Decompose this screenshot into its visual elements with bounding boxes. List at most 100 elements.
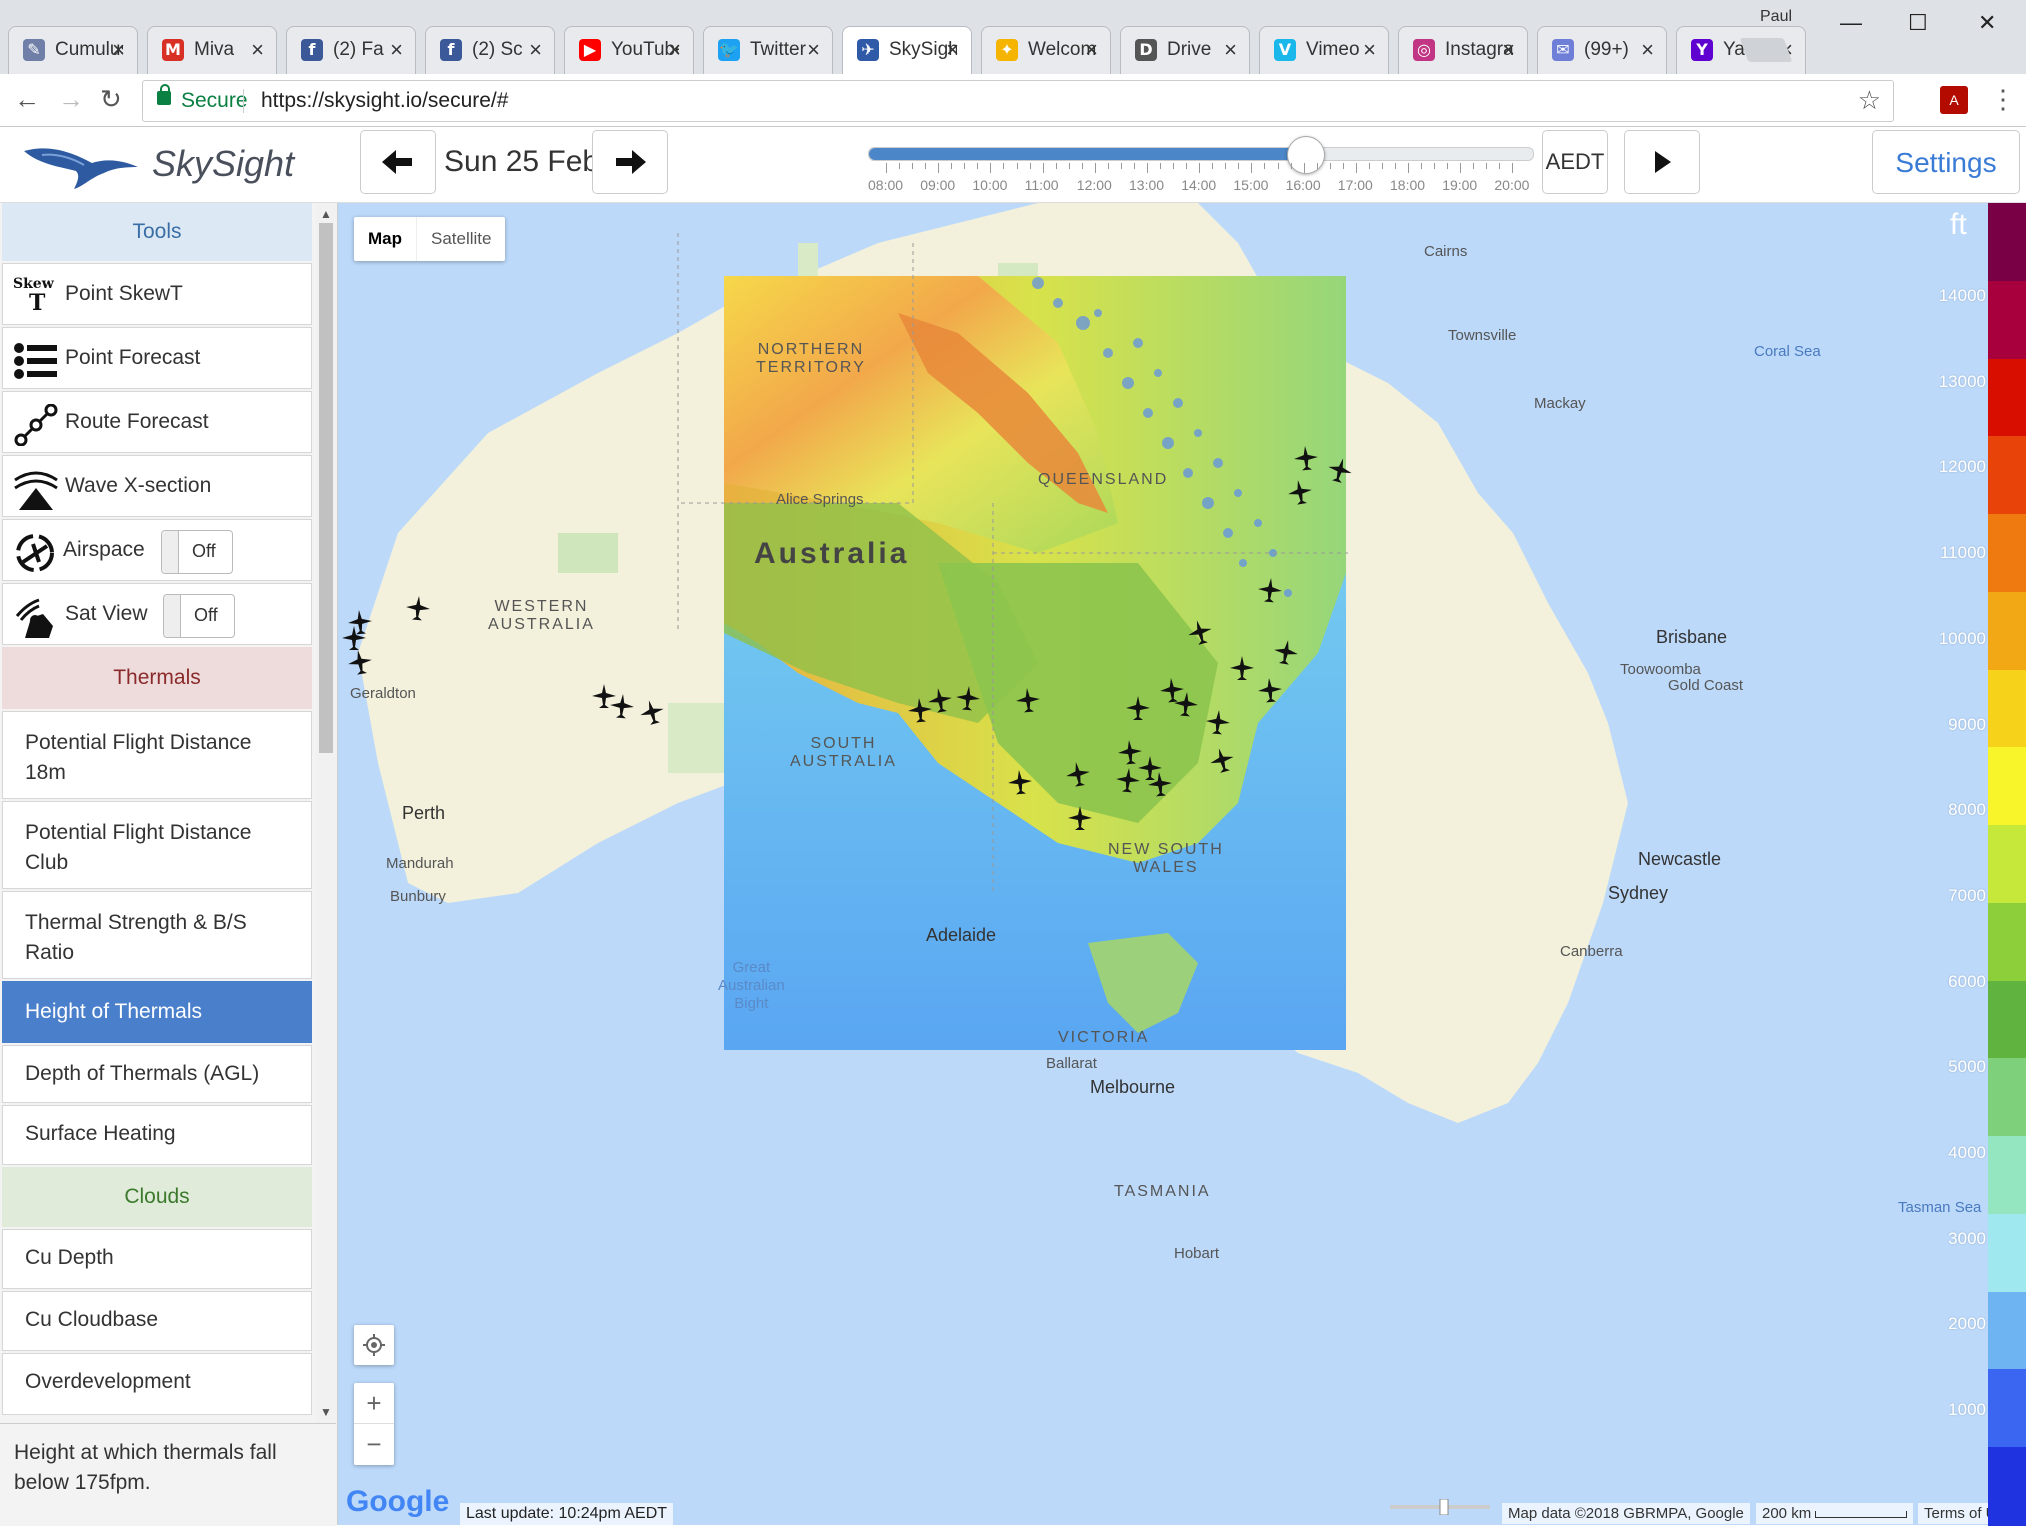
- close-window-icon[interactable]: ✕: [1978, 10, 1996, 36]
- tool-point-forecast[interactable]: Point Forecast: [2, 327, 312, 389]
- browser-tab[interactable]: M Miva ×: [147, 26, 277, 74]
- back-icon[interactable]: ←: [14, 84, 40, 115]
- menu-depth-of-thermals[interactable]: Depth of Thermals (AGL): [2, 1045, 312, 1103]
- tab-favicon-icon: ▶: [579, 39, 601, 61]
- browser-tab[interactable]: ◎Instagram×: [1398, 26, 1528, 74]
- browser-tab[interactable]: V Vimeo ×: [1259, 26, 1389, 74]
- browser-tab[interactable]: ✈ SkySight ×: [842, 26, 972, 75]
- tab-close-icon[interactable]: ×: [251, 37, 264, 63]
- skysight-logo-icon[interactable]: [22, 137, 140, 191]
- menu-cu-depth[interactable]: Cu Depth: [2, 1229, 312, 1289]
- zoom-in-button[interactable]: +: [354, 1383, 394, 1424]
- menu-potential-flight-distance-club[interactable]: Potential Flight Distance Club: [2, 801, 312, 889]
- glider-marker-icon[interactable]: [1006, 768, 1034, 796]
- glider-marker-icon[interactable]: [954, 684, 982, 712]
- tool-sat-view[interactable]: Sat View Off: [2, 583, 312, 645]
- prev-day-button[interactable]: [360, 130, 436, 194]
- zoom-out-button[interactable]: −: [354, 1424, 394, 1464]
- reload-icon[interactable]: ↻: [100, 84, 122, 115]
- glider-marker-icon[interactable]: [1292, 444, 1320, 472]
- url-input[interactable]: Secure https://skysight.io/secure/# ☆: [142, 80, 1894, 122]
- browser-tab[interactable]: D Drive ×: [1120, 26, 1250, 74]
- new-tab-button[interactable]: [1739, 38, 1793, 62]
- terms-link[interactable]: Terms of Use: [1918, 1503, 1988, 1524]
- forward-icon[interactable]: →: [58, 84, 84, 115]
- glider-marker-icon[interactable]: [1114, 766, 1142, 794]
- tab-close-icon[interactable]: ×: [946, 37, 959, 63]
- next-day-button[interactable]: [592, 130, 668, 194]
- glider-marker-icon[interactable]: [1125, 695, 1151, 721]
- map-type-map-button[interactable]: Map: [354, 217, 416, 261]
- map[interactable]: Australia NORTHERN TERRITORY WESTERN AUS…: [338, 203, 1988, 1525]
- glider-marker-icon[interactable]: [1229, 655, 1255, 681]
- glider-marker-icon[interactable]: [1014, 686, 1042, 714]
- scroll-down-icon[interactable]: ▼: [320, 1405, 332, 1419]
- tab-close-icon[interactable]: ×: [390, 37, 403, 63]
- profile-name[interactable]: Paul: [1760, 8, 1792, 26]
- tool-wave-xsection[interactable]: Wave X-section: [2, 455, 312, 517]
- timezone-button[interactable]: AEDT: [1542, 130, 1608, 194]
- menu-overdevelopment[interactable]: Overdevelopment: [2, 1353, 312, 1415]
- tab-close-icon[interactable]: ×: [1085, 37, 1098, 63]
- tool-point-skewt[interactable]: Skew T Point SkewT: [2, 263, 312, 325]
- glider-marker-icon[interactable]: [1204, 708, 1232, 736]
- tool-airspace[interactable]: Airspace Off: [2, 519, 312, 581]
- tab-close-icon[interactable]: ×: [807, 37, 820, 63]
- glider-marker-icon[interactable]: [1067, 805, 1093, 831]
- tools-header[interactable]: Tools: [2, 203, 312, 261]
- menu-height-of-thermals[interactable]: Height of Thermals: [2, 981, 312, 1043]
- airspace-toggle[interactable]: Off: [161, 530, 233, 574]
- tab-close-icon[interactable]: ×: [668, 37, 681, 63]
- clouds-header[interactable]: Clouds: [2, 1167, 312, 1227]
- tab-close-icon[interactable]: ×: [1224, 37, 1237, 63]
- menu-cu-cloudbase[interactable]: Cu Cloudbase: [2, 1291, 312, 1351]
- opacity-slider[interactable]: [1390, 1499, 1490, 1515]
- legend-value-label: 5000: [1948, 1057, 1986, 1077]
- bookmark-star-icon[interactable]: ☆: [1858, 85, 1881, 116]
- sidebar-scroll-thumb[interactable]: [319, 223, 333, 753]
- glider-marker-icon[interactable]: [906, 696, 934, 724]
- satview-toggle[interactable]: Off: [163, 594, 235, 638]
- glider-marker-icon[interactable]: [1256, 676, 1284, 704]
- glider-marker-icon[interactable]: [1256, 576, 1284, 604]
- map-type-satellite-button[interactable]: Satellite: [416, 217, 505, 261]
- tool-route-forecast[interactable]: Route Forecast: [2, 391, 312, 453]
- scroll-up-icon[interactable]: ▲: [320, 207, 332, 221]
- tab-close-icon[interactable]: ×: [529, 37, 542, 63]
- glider-marker-icon[interactable]: [404, 594, 432, 622]
- tab-close-icon[interactable]: ×: [1641, 37, 1654, 63]
- browser-tab[interactable]: ✦Welcome×: [981, 26, 1111, 74]
- thermals-header[interactable]: Thermals: [2, 647, 312, 709]
- maximize-icon[interactable]: ☐: [1908, 10, 1928, 36]
- play-button[interactable]: [1624, 130, 1700, 194]
- glider-marker-icon[interactable]: [1172, 690, 1200, 718]
- browser-tab[interactable]: ✉ (99+) ×: [1537, 26, 1667, 74]
- menu-surface-heating[interactable]: Surface Heating: [2, 1105, 312, 1165]
- glider-marker-icon[interactable]: [1063, 759, 1093, 789]
- settings-button[interactable]: Settings: [1872, 130, 2020, 194]
- glider-marker-icon[interactable]: [608, 692, 636, 720]
- minimize-icon[interactable]: —: [1840, 10, 1862, 36]
- browser-tab[interactable]: 🐦 Twitter ×: [703, 26, 833, 74]
- tab-close-icon[interactable]: ×: [112, 37, 125, 63]
- glider-marker-icon[interactable]: [1146, 770, 1174, 798]
- url-text[interactable]: https://skysight.io/secure/#: [261, 89, 508, 113]
- glider-marker-icon[interactable]: [1285, 477, 1315, 507]
- sidebar-scrollbar[interactable]: ▲ ▼: [316, 203, 336, 1423]
- menu-potential-flight-distance-18m[interactable]: Potential Flight Distance 18m: [2, 711, 312, 799]
- browser-tab[interactable]: f (2) Sc ×: [425, 26, 555, 74]
- browser-tab[interactable]: ▶ YouTube ×: [564, 26, 694, 74]
- browser-tab[interactable]: f (2) Fa ×: [286, 26, 416, 74]
- glider-marker-icon[interactable]: [1271, 637, 1301, 667]
- time-slider-track[interactable]: [868, 136, 1534, 174]
- browser-menu-icon[interactable]: ⋮: [1990, 84, 2016, 115]
- glider-marker-icon[interactable]: [345, 647, 375, 677]
- tab-close-icon[interactable]: ×: [1502, 37, 1515, 63]
- tab-close-icon[interactable]: ×: [1363, 37, 1376, 63]
- legend-swatch: [1988, 436, 2026, 516]
- map-scale: 200 km: [1756, 1503, 1914, 1524]
- pdf-extension-icon[interactable]: A: [1940, 86, 1968, 114]
- my-location-button[interactable]: [354, 1325, 394, 1365]
- menu-thermal-strength[interactable]: Thermal Strength & B/S Ratio: [2, 891, 312, 979]
- browser-tab[interactable]: ✎ Cumulus ×: [8, 26, 138, 74]
